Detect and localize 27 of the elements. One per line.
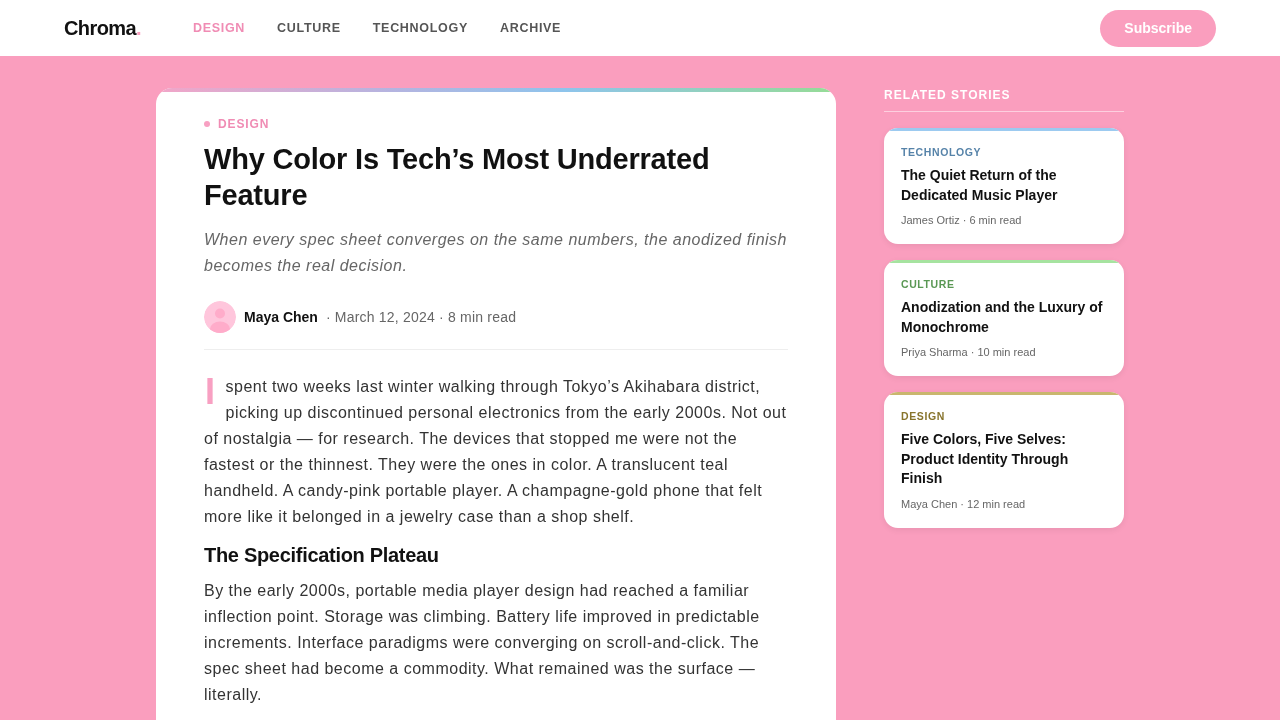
story-title[interactable]: The Quiet Return of the Dedicated Music Player (901, 166, 1107, 205)
nav-link[interactable]: ARCHIVE (499, 21, 562, 35)
story-card[interactable]: CULTURE Anodization and the Luxury of Monochrome Priya Sharma · 10 min read (884, 260, 1124, 376)
story-card[interactable]: DESIGN Five Colors, Five Selves: Product Identity Through Finish Maya Chen · 12 min read (884, 392, 1124, 528)
article-title: Why Color Is Tech’s Most Underrated Feature (204, 142, 711, 213)
sidebar-heading: RELATED STORIES (884, 88, 1124, 112)
logo[interactable]: Chroma. (64, 16, 141, 40)
nav-link[interactable]: TECHNOLOGY (372, 21, 468, 35)
story-category: TECHNOLOGY (901, 145, 983, 159)
body-paragraph: I spent two weeks last winter walking through Tokyo’s Akihabara district, picking up discontinued personal electronics from the early 2000s. Not out of nostalgia — for research. The devices that stopped me were not the fastest or the thinnest. They were the ones in color. A translucent teal handheld. A candy-pink portable player. A champagne-gold phone that felt more like it belonged in a jewelry case than a shop shelf. (204, 374, 788, 527)
story-card[interactable]: TECHNOLOGY The Quiet Return of the Dedicated Music Player James Ortiz · 6 min read (884, 128, 1124, 244)
story-category: DESIGN (901, 409, 946, 423)
section-heading: The Specification Plateau (204, 543, 440, 568)
story-title[interactable]: Five Colors, Five Selves: Product Identity Through Finish (901, 430, 1107, 489)
story-meta: Priya Sharma · 10 min read (901, 345, 1037, 359)
author-name: Maya Chen (244, 309, 318, 325)
nav-link[interactable]: CULTURE (277, 21, 341, 35)
avatar-silhouette-icon (204, 301, 236, 333)
dot-icon (204, 121, 210, 127)
story-category: CULTURE (901, 277, 956, 291)
category-label: DESIGN (218, 117, 270, 131)
story-meta: James Ortiz · 6 min read (901, 213, 1023, 227)
article-subtitle: When every spec sheet converges on the same numbers, the anodized finish becomes the real decision. (204, 230, 788, 276)
article-meta: · March 12, 2024 · 8 min read (325, 309, 517, 325)
body-paragraph: By the early 2000s, portable media player design had reached a familiar inflection point. Storage was climbing. Battery life improved in predictable increments. Interface paradigms were converging on scroll-and-click. The spec sheet had become a commodity. What remained was the surface — literally. (204, 581, 761, 705)
story-meta: Maya Chen · 12 min read (901, 496, 1027, 511)
story-title[interactable]: Anodization and the Luxury of Monochrome (901, 298, 1107, 337)
